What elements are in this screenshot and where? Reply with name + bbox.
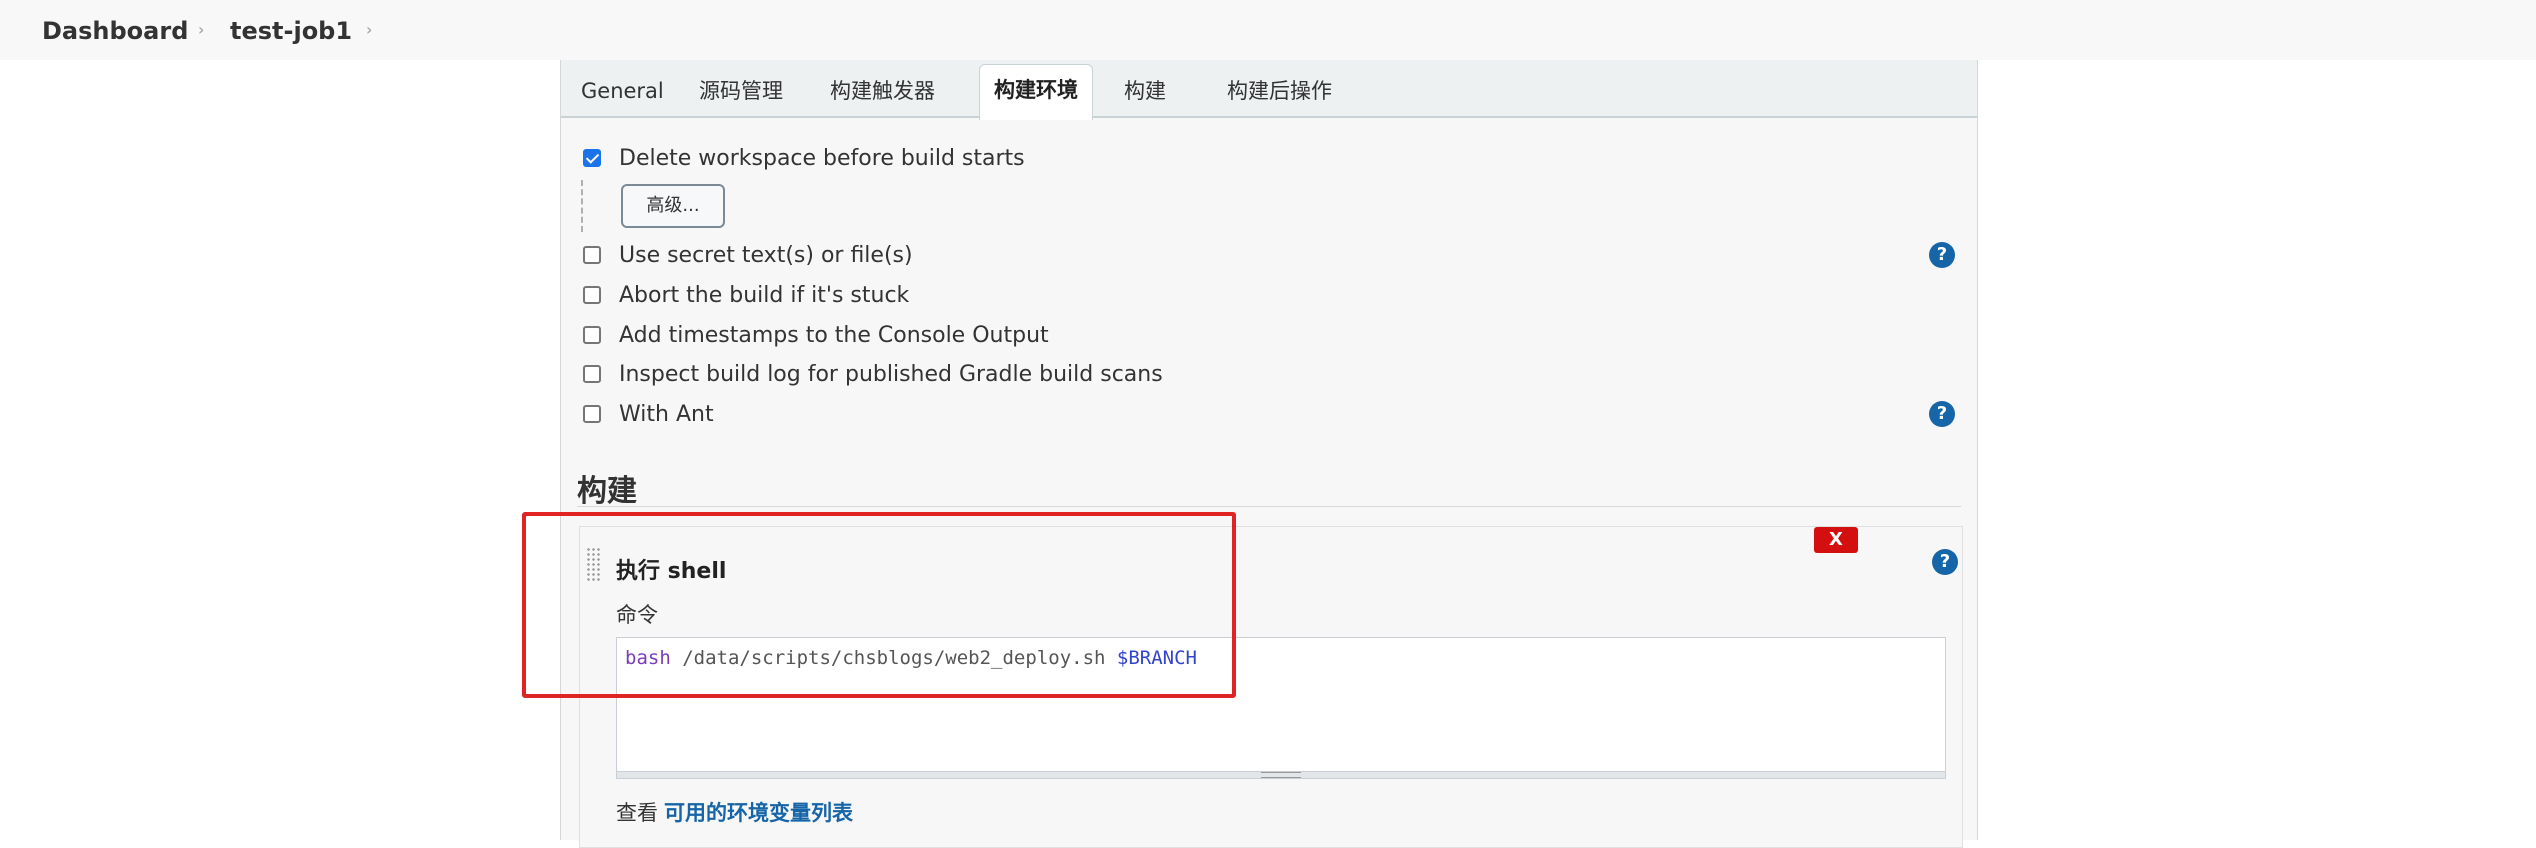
command-label: 命令 — [616, 603, 658, 627]
timestamps-checkbox[interactable] — [583, 326, 601, 344]
shell-build-step: 执行 shell X ? 命令 bash /data/scripts/chsbl… — [579, 526, 1963, 848]
build-section-title: 构建 — [577, 474, 637, 509]
advanced-indent-line — [581, 180, 583, 232]
config-tabs: General 源码管理 构建触发器 构建环境 构建 构建后操作 — [561, 60, 1977, 120]
breadcrumb-bar: Dashboard › test-job1 › — [0, 0, 2536, 60]
chevron-right-icon[interactable]: › — [366, 0, 372, 60]
env-vars-prefix: 查看 — [616, 801, 658, 825]
tab-post-build[interactable]: 构建后操作 — [1213, 66, 1346, 114]
option-label: Inspect build log for published Gradle b… — [619, 362, 1163, 387]
help-icon[interactable]: ? — [1929, 242, 1955, 268]
code-keyword: bash — [625, 647, 671, 669]
section-divider — [577, 506, 1961, 507]
advanced-button[interactable]: 高级... — [621, 184, 725, 228]
option-label: Add timestamps to the Console Output — [619, 323, 1049, 348]
tab-build[interactable]: 构建 — [1110, 66, 1180, 114]
command-editor[interactable]: bash /data/scripts/chsblogs/web2_deploy.… — [616, 637, 1946, 779]
option-label: With Ant — [619, 402, 714, 427]
drag-handle-icon[interactable] — [586, 547, 602, 583]
gradle-scans-checkbox[interactable] — [583, 365, 601, 383]
tab-build-environment[interactable]: 构建环境 — [979, 64, 1093, 120]
resize-grip-icon[interactable] — [1261, 772, 1301, 778]
chevron-right-icon[interactable]: › — [198, 0, 204, 60]
env-vars-link[interactable]: 可用的环境变量列表 — [664, 801, 853, 825]
env-vars-row: 查看 可用的环境变量列表 — [616, 797, 853, 827]
code-variable: $BRANCH — [1116, 647, 1197, 669]
delete-workspace-checkbox[interactable] — [583, 149, 601, 167]
breadcrumb-dashboard[interactable]: Dashboard — [42, 0, 188, 60]
option-label: Abort the build if it's stuck — [619, 283, 910, 308]
help-icon[interactable]: ? — [1932, 549, 1958, 575]
delete-step-button[interactable]: X — [1814, 527, 1858, 553]
help-icon[interactable]: ? — [1929, 401, 1955, 427]
config-panel: General 源码管理 构建触发器 构建环境 构建 构建后操作 Delete … — [560, 60, 1978, 848]
tab-scm[interactable]: 源码管理 — [685, 66, 797, 114]
tab-general[interactable]: General — [567, 66, 678, 114]
editor-resize-bar[interactable] — [617, 771, 1945, 778]
breadcrumb-job[interactable]: test-job1 — [230, 0, 352, 60]
code-path: /data/scripts/chsblogs/web2_deploy.sh — [670, 647, 1117, 669]
option-label: Use secret text(s) or file(s) — [619, 243, 913, 268]
secret-text-checkbox[interactable] — [583, 246, 601, 264]
abort-stuck-checkbox[interactable] — [583, 286, 601, 304]
command-code[interactable]: bash /data/scripts/chsblogs/web2_deploy.… — [625, 646, 1197, 670]
with-ant-checkbox[interactable] — [583, 405, 601, 423]
step-title: 执行 shell — [616, 559, 727, 584]
tab-build-triggers[interactable]: 构建触发器 — [816, 66, 949, 114]
option-label: Delete workspace before build starts — [619, 146, 1025, 171]
